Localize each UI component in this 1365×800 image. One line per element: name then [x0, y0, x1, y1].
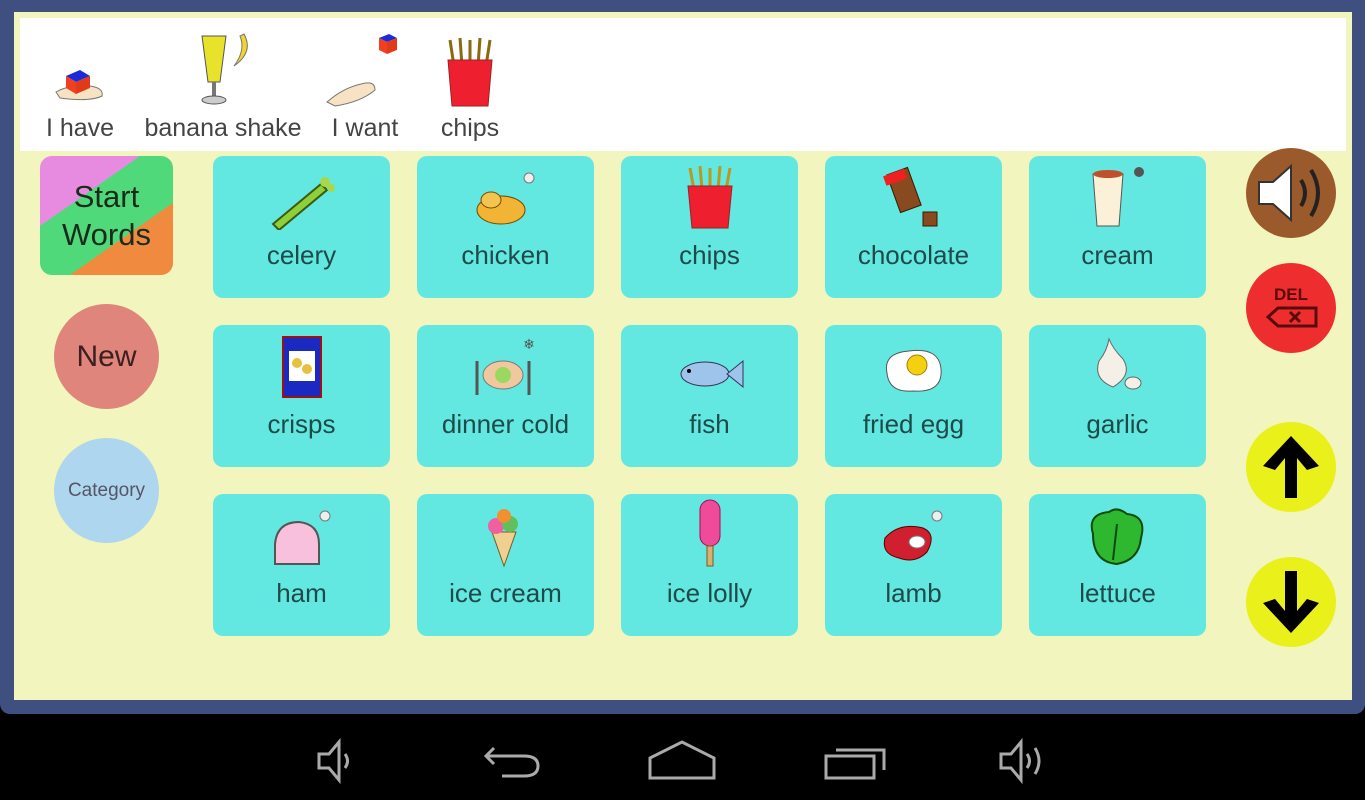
speaker-icon	[1258, 163, 1320, 223]
volume-up-icon[interactable]	[995, 738, 1051, 784]
dinner-cold-icon: ❄	[471, 329, 541, 399]
word-tile-ham[interactable]: ham	[213, 494, 390, 636]
category-button[interactable]: Category	[54, 438, 159, 543]
word-tile-garlic[interactable]: garlic	[1029, 325, 1206, 467]
word-tile-label: crisps	[267, 409, 336, 439]
system-nav-bar	[0, 714, 1365, 800]
sentence-item-label: chips	[440, 114, 500, 142]
fried-egg-icon	[879, 329, 949, 399]
scroll-down-button[interactable]	[1246, 557, 1336, 647]
word-tile-crisps[interactable]: crisps	[213, 325, 390, 467]
lettuce-icon	[1083, 498, 1153, 568]
scroll-up-button[interactable]	[1246, 422, 1336, 512]
word-tile-label: ice cream	[449, 578, 562, 608]
chips-icon	[682, 160, 738, 230]
word-tile-chocolate[interactable]: chocolate	[825, 156, 1002, 298]
ice-lolly-icon	[690, 498, 730, 568]
chocolate-icon	[879, 160, 949, 230]
category-label: Category	[67, 479, 146, 501]
crisps-icon	[277, 329, 327, 399]
word-tile-fried-egg[interactable]: fried egg	[825, 325, 1002, 467]
chicken-icon	[471, 160, 541, 230]
word-tile-ice-lolly[interactable]: ice lolly	[621, 494, 798, 636]
word-tile-chicken[interactable]: chicken	[417, 156, 594, 298]
word-tile-lettuce[interactable]: lettuce	[1029, 494, 1206, 636]
ice-cream-icon	[476, 498, 536, 568]
volume-down-icon[interactable]	[313, 738, 363, 784]
back-icon[interactable]	[480, 738, 546, 784]
delete-button[interactable]: DEL	[1246, 263, 1336, 353]
word-tile-label: ham	[276, 578, 327, 608]
celery-icon	[267, 160, 337, 230]
sentence-item[interactable]: banana shake	[138, 18, 308, 151]
new-button[interactable]: New	[54, 304, 159, 409]
garlic-icon	[1083, 329, 1153, 399]
word-tile-label: lamb	[885, 578, 942, 608]
arrow-down-icon	[1263, 571, 1319, 633]
word-tile-label: chicken	[461, 240, 550, 270]
arrow-up-icon	[1263, 436, 1319, 498]
new-label: New	[76, 339, 137, 373]
word-tile-dinner-cold[interactable]: ❄ dinner cold	[417, 325, 594, 467]
start-words-label: Start	[73, 178, 140, 214]
app-frame: I have banana shake I want chips Start W…	[0, 0, 1365, 714]
word-tile-chips[interactable]: chips	[621, 156, 798, 298]
word-tile-cream[interactable]: cream	[1029, 156, 1206, 298]
word-tile-ice-cream[interactable]: ice cream	[417, 494, 594, 636]
want-icon	[325, 18, 405, 108]
word-tile-label: ice lolly	[666, 578, 753, 608]
svg-text:DEL: DEL	[1274, 285, 1308, 304]
word-tile-label: chips	[679, 240, 740, 270]
sentence-item[interactable]: I have	[40, 18, 120, 151]
recents-icon[interactable]	[822, 738, 888, 784]
cream-icon	[1083, 160, 1153, 230]
main-panel: I have banana shake I want chips Start W…	[14, 12, 1352, 700]
speak-button[interactable]	[1246, 148, 1336, 238]
word-tile-lamb[interactable]: lamb	[825, 494, 1002, 636]
home-icon[interactable]	[646, 738, 718, 784]
svg-text:❄: ❄	[523, 336, 535, 352]
word-tile-label: chocolate	[857, 240, 970, 270]
word-tile-celery[interactable]: celery	[213, 156, 390, 298]
sentence-item-label: I have	[45, 114, 115, 142]
start-words-label: Words	[61, 216, 151, 252]
banana-shake-icon	[188, 18, 258, 108]
word-tile-label: fish	[689, 409, 730, 439]
sentence-item-label: banana shake	[144, 114, 302, 142]
sentence-item-label: I want	[331, 114, 399, 142]
sentence-item[interactable]: I want	[320, 18, 410, 151]
sentence-bar[interactable]: I have banana shake I want chips	[20, 18, 1346, 151]
word-tile-label: fried egg	[862, 409, 965, 439]
word-tile-label: dinner cold	[441, 409, 570, 439]
chips-icon	[442, 18, 498, 108]
word-tile-label: cream	[1081, 240, 1154, 270]
ham-icon	[267, 498, 337, 568]
word-tile-label: lettuce	[1079, 578, 1156, 608]
start-words-button[interactable]: Start Words	[40, 156, 173, 275]
word-tile-fish[interactable]: fish	[621, 325, 798, 467]
word-tile-label: celery	[266, 240, 337, 270]
backspace-icon: DEL	[1265, 285, 1318, 328]
fish-icon	[675, 329, 745, 399]
word-tile-label: garlic	[1086, 409, 1149, 439]
sentence-item[interactable]: chips	[430, 18, 510, 151]
have-icon	[50, 18, 110, 108]
lamb-icon	[879, 498, 949, 568]
